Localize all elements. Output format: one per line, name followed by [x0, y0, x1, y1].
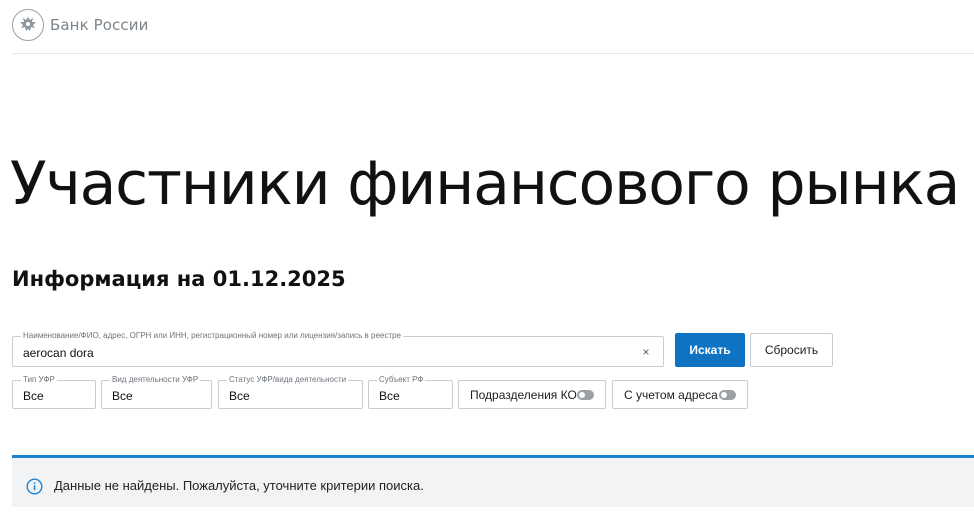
- activity-select-legend: Вид деятельности УФР: [110, 375, 201, 385]
- subdivisions-toggle-switch[interactable]: [577, 390, 594, 400]
- status-select[interactable]: Статус УФР/вида деятельности Все: [218, 375, 363, 409]
- search-input-legend: Наименование/ФИО, адрес, ОГРН или ИНН, р…: [21, 331, 403, 341]
- status-select-value: Все: [229, 389, 250, 403]
- region-select-value: Все: [379, 389, 400, 403]
- activity-select-value: Все: [112, 389, 133, 403]
- address-toggle-field[interactable]: С учетом адреса: [612, 380, 748, 409]
- region-select-legend: Субъект РФ: [377, 375, 426, 385]
- no-results-alert: Данные не найдены. Пожалуйста, уточните …: [12, 455, 974, 507]
- info-icon: [26, 478, 43, 495]
- logo-text: Банк России: [50, 16, 149, 34]
- type-select[interactable]: Тип УФР Все: [12, 375, 96, 409]
- double-eagle-emblem-icon: [12, 9, 44, 41]
- site-header: Банк России: [12, 0, 974, 54]
- activity-select[interactable]: Вид деятельности УФР Все: [101, 375, 212, 409]
- page: Банк России Участники финансового рынка …: [0, 0, 974, 519]
- type-select-legend: Тип УФР: [21, 375, 57, 385]
- search-input[interactable]: Наименование/ФИО, адрес, ОГРН или ИНН, р…: [12, 331, 664, 367]
- alert-message: Данные не найдены. Пожалуйста, уточните …: [54, 478, 424, 493]
- subdivisions-toggle-label: Подразделения КО: [470, 387, 577, 402]
- type-select-value: Все: [23, 389, 44, 403]
- info-date-heading: Информация на 01.12.2025: [12, 267, 346, 291]
- search-input-value: aerocan dora: [23, 346, 94, 360]
- address-toggle-label: С учетом адреса: [624, 387, 718, 402]
- clear-icon[interactable]: ×: [639, 345, 653, 359]
- logo-link[interactable]: Банк России: [12, 9, 148, 41]
- address-toggle-switch[interactable]: [719, 390, 736, 400]
- subdivisions-toggle-field[interactable]: Подразделения КО: [458, 380, 606, 409]
- search-button[interactable]: Искать: [675, 333, 745, 367]
- reset-button[interactable]: Сбросить: [750, 333, 833, 367]
- page-title: Участники финансового рынка: [10, 149, 960, 219]
- status-select-legend: Статус УФР/вида деятельности: [227, 375, 349, 385]
- region-select[interactable]: Субъект РФ Все: [368, 375, 453, 409]
